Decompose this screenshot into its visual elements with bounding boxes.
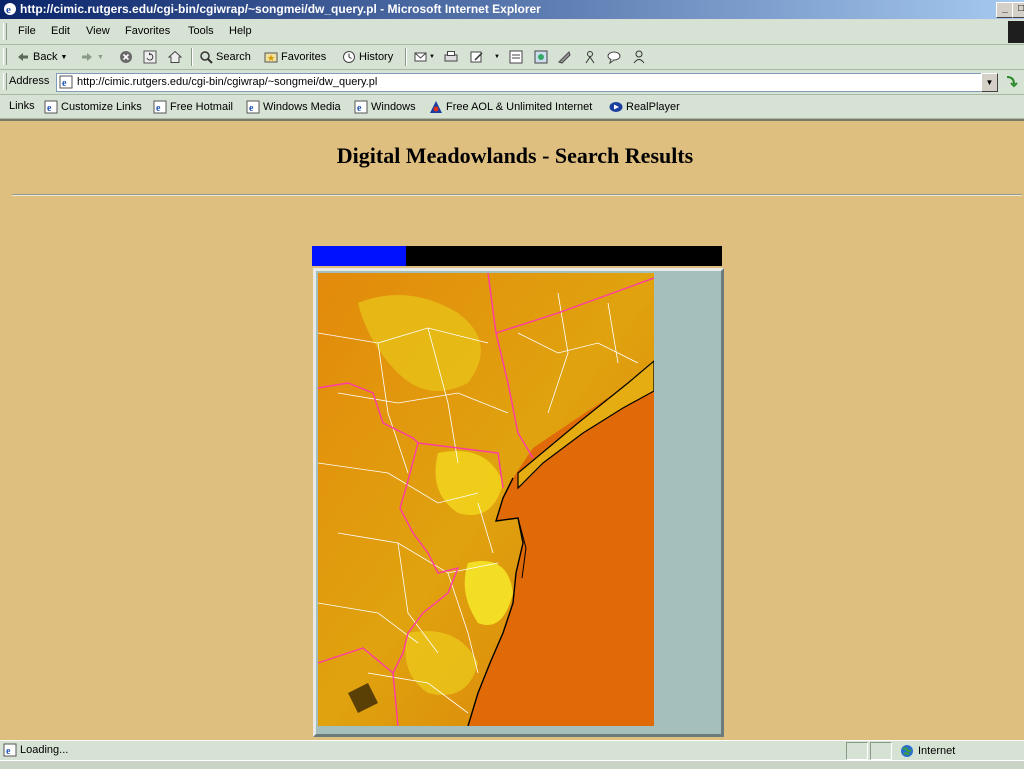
search-button[interactable]: Search xyxy=(199,49,251,65)
links-label: Links xyxy=(9,100,35,112)
forward-button[interactable]: ▼ xyxy=(80,49,104,65)
favorites-folder-icon xyxy=(264,52,278,63)
status-bar: e Loading... Internet xyxy=(0,740,1024,760)
address-url: http://cimic.rutgers.edu/cgi-bin/cgiwrap… xyxy=(77,76,378,88)
page-title: Digital Meadowlands - Search Results xyxy=(336,143,694,168)
menu-view[interactable]: View xyxy=(86,25,110,37)
back-button-label: Back xyxy=(33,51,58,63)
home-icon[interactable] xyxy=(168,50,182,64)
svg-text:e: e xyxy=(47,103,52,114)
link-label: Free Hotmail xyxy=(170,101,233,113)
menu-bar: File Edit View Favorites Tools Help xyxy=(0,20,1024,45)
links-bar: Links e Customize Links e Free Hotmail e… xyxy=(0,95,1024,119)
svg-text:e: e xyxy=(62,78,67,89)
forward-arrow-icon xyxy=(82,53,92,61)
chevron-down-icon[interactable]: ▼ xyxy=(494,54,500,60)
address-input[interactable]: e http://cimic.rutgers.edu/cgi-bin/cgiwr… xyxy=(56,73,982,92)
svg-text:e: e xyxy=(6,746,11,757)
page-icon: e xyxy=(246,100,260,114)
zone-label: Internet xyxy=(918,745,956,757)
stop-icon[interactable] xyxy=(119,50,133,64)
address-label: Address xyxy=(9,75,50,87)
search-button-label: Search xyxy=(216,51,251,63)
globe-icon xyxy=(901,745,913,757)
standard-toolbar: Back ▼ ▼ Search Favorites History ▼ ▼ xyxy=(0,45,1024,70)
link-windows-media[interactable]: e Windows Media xyxy=(246,99,341,115)
chevron-down-icon[interactable]: ▼ xyxy=(97,54,104,61)
toolbar-separator xyxy=(405,48,407,66)
link-customize-links[interactable]: e Customize Links xyxy=(44,99,142,115)
toolbar-grip[interactable] xyxy=(3,48,7,65)
page-icon: e xyxy=(3,743,17,757)
edit-icon[interactable] xyxy=(470,50,484,64)
toolbar-separator xyxy=(191,48,193,66)
svg-text:e: e xyxy=(249,103,254,114)
svg-text:e: e xyxy=(156,103,161,114)
ie-logo-icon: e xyxy=(4,3,16,16)
history-button-label: History xyxy=(359,51,394,63)
page-icon: e xyxy=(153,100,167,114)
window-title-bar[interactable]: e http://cimic.rutgers.edu/cgi-bin/cgiwr… xyxy=(0,0,1024,19)
user-icon[interactable] xyxy=(583,50,597,64)
realplayer-icon xyxy=(609,102,623,112)
page-content: Digital Meadowlands - Search Results xyxy=(0,119,1024,740)
favorites-button[interactable]: Favorites xyxy=(264,49,326,65)
refresh-icon[interactable] xyxy=(143,50,157,64)
maximize-button[interactable]: □ xyxy=(1012,2,1024,18)
divider xyxy=(12,194,1022,196)
menu-favorites[interactable]: Favorites xyxy=(125,25,170,37)
status-pane xyxy=(846,742,868,760)
toolbar-grip[interactable] xyxy=(3,73,7,90)
link-label: Windows xyxy=(371,101,416,113)
status-text: Loading... xyxy=(20,744,69,756)
link-free-aol[interactable]: Free AOL & Unlimited Internet xyxy=(429,99,592,115)
search-icon xyxy=(200,51,213,64)
menu-help[interactable]: Help xyxy=(229,25,252,37)
loading-progress-bar xyxy=(312,246,722,266)
chevron-down-icon[interactable]: ▼ xyxy=(429,54,435,60)
link-label: Free AOL & Unlimited Internet xyxy=(446,101,593,113)
menu-file[interactable]: File xyxy=(18,25,36,37)
chat-icon[interactable] xyxy=(607,50,621,64)
link-windows[interactable]: e Windows xyxy=(354,99,416,115)
link-free-hotmail[interactable]: e Free Hotmail xyxy=(153,99,233,115)
menu-tools[interactable]: Tools xyxy=(188,25,214,37)
page-icon: e xyxy=(59,75,73,89)
toolbar-grip[interactable] xyxy=(3,23,7,40)
link-realplayer[interactable]: RealPlayer xyxy=(609,99,680,115)
window-title: http://cimic.rutgers.edu/cgi-bin/cgiwrap… xyxy=(20,2,541,16)
link-label: Customize Links xyxy=(61,101,142,113)
back-button[interactable]: Back ▼ xyxy=(16,49,67,65)
history-icon xyxy=(343,51,355,63)
security-zone: Internet xyxy=(900,744,955,758)
history-button[interactable]: History xyxy=(342,49,393,65)
map-frame xyxy=(313,268,724,737)
link-label: Windows Media xyxy=(263,101,341,113)
svg-text:e: e xyxy=(357,103,362,114)
status-pane xyxy=(870,742,892,760)
address-dropdown-button[interactable]: ▼ xyxy=(981,73,998,92)
windows-logo-icon xyxy=(1008,21,1024,43)
page-icon: e xyxy=(44,100,58,114)
aol-icon xyxy=(430,101,442,113)
back-arrow-icon xyxy=(18,53,28,61)
loading-progress-fill xyxy=(312,246,407,266)
address-bar: Address e http://cimic.rutgers.edu/cgi-b… xyxy=(0,70,1024,95)
go-arrow-icon[interactable] xyxy=(1004,74,1018,88)
chevron-down-icon[interactable]: ▼ xyxy=(60,54,67,61)
page-icon: e xyxy=(354,100,368,114)
mail-icon[interactable] xyxy=(414,50,428,64)
contact-icon[interactable] xyxy=(632,50,646,64)
menu-edit[interactable]: Edit xyxy=(51,25,70,37)
region-map-image[interactable] xyxy=(318,273,654,726)
svg-text:e: e xyxy=(6,4,11,16)
tools-icon[interactable] xyxy=(557,50,571,64)
messenger-icon[interactable] xyxy=(534,50,548,64)
discuss-icon[interactable] xyxy=(509,50,523,64)
print-icon[interactable] xyxy=(444,50,458,64)
link-label: RealPlayer xyxy=(626,101,680,113)
favorites-button-label: Favorites xyxy=(281,51,327,63)
